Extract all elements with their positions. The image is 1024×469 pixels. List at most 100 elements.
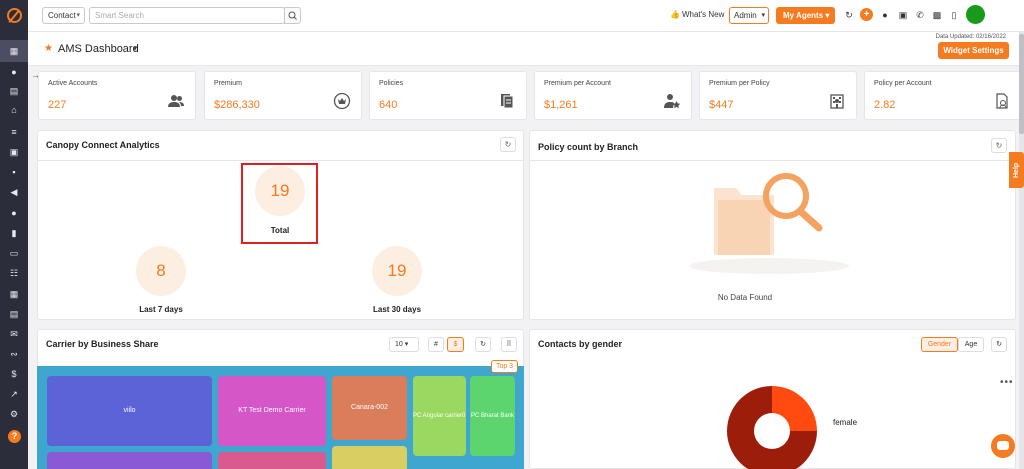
- page-size-select[interactable]: 10 ▾: [389, 337, 419, 352]
- kpi-value: 227: [48, 99, 67, 111]
- tab-gender[interactable]: Gender: [921, 337, 958, 352]
- top-3-badge[interactable]: Top 3: [491, 360, 518, 373]
- treemap-tile[interactable]: [47, 452, 212, 469]
- phone-icon[interactable]: ✆: [915, 10, 925, 20]
- chevron-down-icon: ▾: [76, 12, 80, 19]
- notifications-icon[interactable]: ●: [880, 10, 890, 20]
- avatar[interactable]: [966, 5, 985, 24]
- schedule-icon[interactable]: ▤: [9, 309, 19, 319]
- kpi-card-premium-per-account: Premium per Account $1,261: [534, 71, 692, 120]
- handshake-icon[interactable]: ∾: [9, 349, 19, 359]
- tab-age[interactable]: Age: [958, 337, 984, 352]
- home-icon[interactable]: ▦: [0, 40, 28, 62]
- search-button[interactable]: [284, 7, 301, 24]
- widget-settings-button[interactable]: Widget Settings: [938, 42, 1009, 59]
- mail-icon[interactable]: ✉: [9, 329, 19, 339]
- kpi-card-active-accounts: Active Accounts 227: [38, 71, 196, 120]
- thumbs-up-icon: 👍: [670, 10, 680, 19]
- top-bar: Contact ▾ Smart Search 👍 What's New Admin…: [28, 0, 1024, 32]
- legend-female: female: [833, 418, 858, 427]
- settings-icon[interactable]: ⚙: [9, 409, 19, 419]
- drag-handle[interactable]: ⠿: [501, 337, 517, 352]
- carrier-treemap: viilo KT Test Demo Carrier Canara-002 PC…: [37, 366, 524, 469]
- refresh-button[interactable]: ↻: [475, 337, 491, 352]
- briefcase-icon[interactable]: ▪: [9, 167, 19, 177]
- more-options-icon[interactable]: •••: [1000, 377, 1014, 388]
- documents-icon[interactable]: ▤: [9, 86, 19, 96]
- panel-title: Canopy Connect Analytics: [46, 140, 160, 150]
- search-type-select[interactable]: Contact ▾: [42, 7, 85, 24]
- donut-slice-secondary[interactable]: [772, 386, 817, 431]
- help-icon[interactable]: ?: [8, 430, 21, 443]
- page-scrollbar-thumb[interactable]: [1019, 34, 1024, 134]
- last-30-days-bubble: 19: [372, 246, 422, 296]
- treemap-tile[interactable]: Canara-002: [332, 376, 407, 440]
- mobile-icon[interactable]: ▯: [949, 10, 959, 20]
- treemap-tile[interactable]: PC Angular carrier07: [413, 376, 466, 456]
- page-size-value: 10: [395, 341, 403, 348]
- search-icon: [288, 11, 297, 20]
- add-icon[interactable]: +: [860, 8, 873, 21]
- megaphone-icon[interactable]: ◀: [9, 187, 19, 197]
- count-toggle[interactable]: #: [428, 337, 444, 352]
- logo-icon[interactable]: [7, 8, 22, 23]
- kpi-label: Policy per Account: [874, 80, 932, 87]
- kpi-value: $447: [709, 99, 734, 111]
- gender-donut-chart: [727, 386, 817, 469]
- my-agents-label: My Agents: [783, 11, 824, 20]
- folder-icon[interactable]: ▭: [9, 248, 19, 258]
- chip-icon[interactable]: ▩: [932, 10, 942, 20]
- calendar-alert-icon[interactable]: ▣: [898, 10, 908, 20]
- team-icon[interactable]: ☷: [9, 268, 19, 278]
- refresh-button[interactable]: ↻: [991, 337, 1007, 352]
- divider: [38, 160, 523, 161]
- analytics-icon[interactable]: ↗: [9, 389, 19, 399]
- refresh-button[interactable]: ↻: [991, 138, 1007, 153]
- kpi-value: 2.82: [874, 99, 896, 111]
- panel-title: Contacts by gender: [538, 339, 623, 349]
- kpi-card-premium-per-policy: Premium per Policy $447: [699, 71, 857, 120]
- refresh-button[interactable]: ↻: [500, 137, 516, 152]
- contacts-icon[interactable]: ●: [9, 67, 19, 77]
- kpi-value: $286,330: [214, 99, 260, 111]
- page-header: ★ AMS Dashboard ▾ Data Updated: 02/16/20…: [28, 32, 1024, 66]
- kpi-card-premium: Premium $286,330: [204, 71, 362, 120]
- chart-icon[interactable]: ▮: [9, 228, 19, 238]
- chat-icon[interactable]: [991, 434, 1015, 458]
- kpi-card-policies: Policies 640: [369, 71, 527, 120]
- whats-new-link[interactable]: 👍 What's New: [670, 10, 724, 19]
- chevron-down-icon[interactable]: ▾: [133, 44, 137, 53]
- admin-select[interactable]: Admin ▾: [729, 7, 769, 24]
- amount-toggle[interactable]: $: [447, 337, 464, 352]
- smart-search-input[interactable]: Smart Search: [89, 7, 285, 24]
- last-7-days-label: Last 7 days: [139, 305, 183, 314]
- users-icon: [167, 92, 185, 110]
- user-icon[interactable]: ●: [9, 208, 19, 218]
- list-icon[interactable]: ≡: [9, 127, 19, 137]
- last-7-days-bubble: 8: [136, 246, 186, 296]
- refresh-icon: ↻: [995, 141, 1003, 150]
- premium-badge-icon: [333, 92, 351, 110]
- page-title[interactable]: AMS Dashboard: [58, 43, 139, 55]
- treemap-tile[interactable]: PC Bharat Bank: [470, 376, 515, 456]
- calendar-icon[interactable]: ▦: [9, 289, 19, 299]
- refresh-icon[interactable]: ↻: [844, 10, 854, 20]
- chevron-down-icon: ▾: [404, 341, 409, 348]
- whats-new-label: What's New: [681, 10, 725, 19]
- star-icon[interactable]: ★: [44, 43, 53, 54]
- dollar-icon[interactable]: $: [9, 369, 19, 379]
- treemap-tile[interactable]: [332, 446, 407, 469]
- treemap-tile[interactable]: KT Test Demo Carrier: [218, 376, 326, 446]
- user-star-icon: [663, 92, 681, 110]
- help-tab[interactable]: Help: [1009, 152, 1024, 188]
- search-type-value: Contact: [48, 11, 76, 20]
- kpi-label: Premium: [214, 80, 243, 87]
- data-updated-text: Data Updated: 02/16/2022: [935, 34, 1006, 40]
- treemap-tile[interactable]: [218, 452, 326, 469]
- my-agents-button[interactable]: My Agents ▾: [776, 7, 835, 24]
- report-icon[interactable]: ▣: [9, 147, 19, 157]
- policy-account-icon: [993, 92, 1011, 110]
- kpi-label: Premium per Account: [544, 80, 611, 87]
- institution-icon[interactable]: ⌂: [9, 105, 19, 115]
- treemap-tile[interactable]: viilo: [47, 376, 212, 446]
